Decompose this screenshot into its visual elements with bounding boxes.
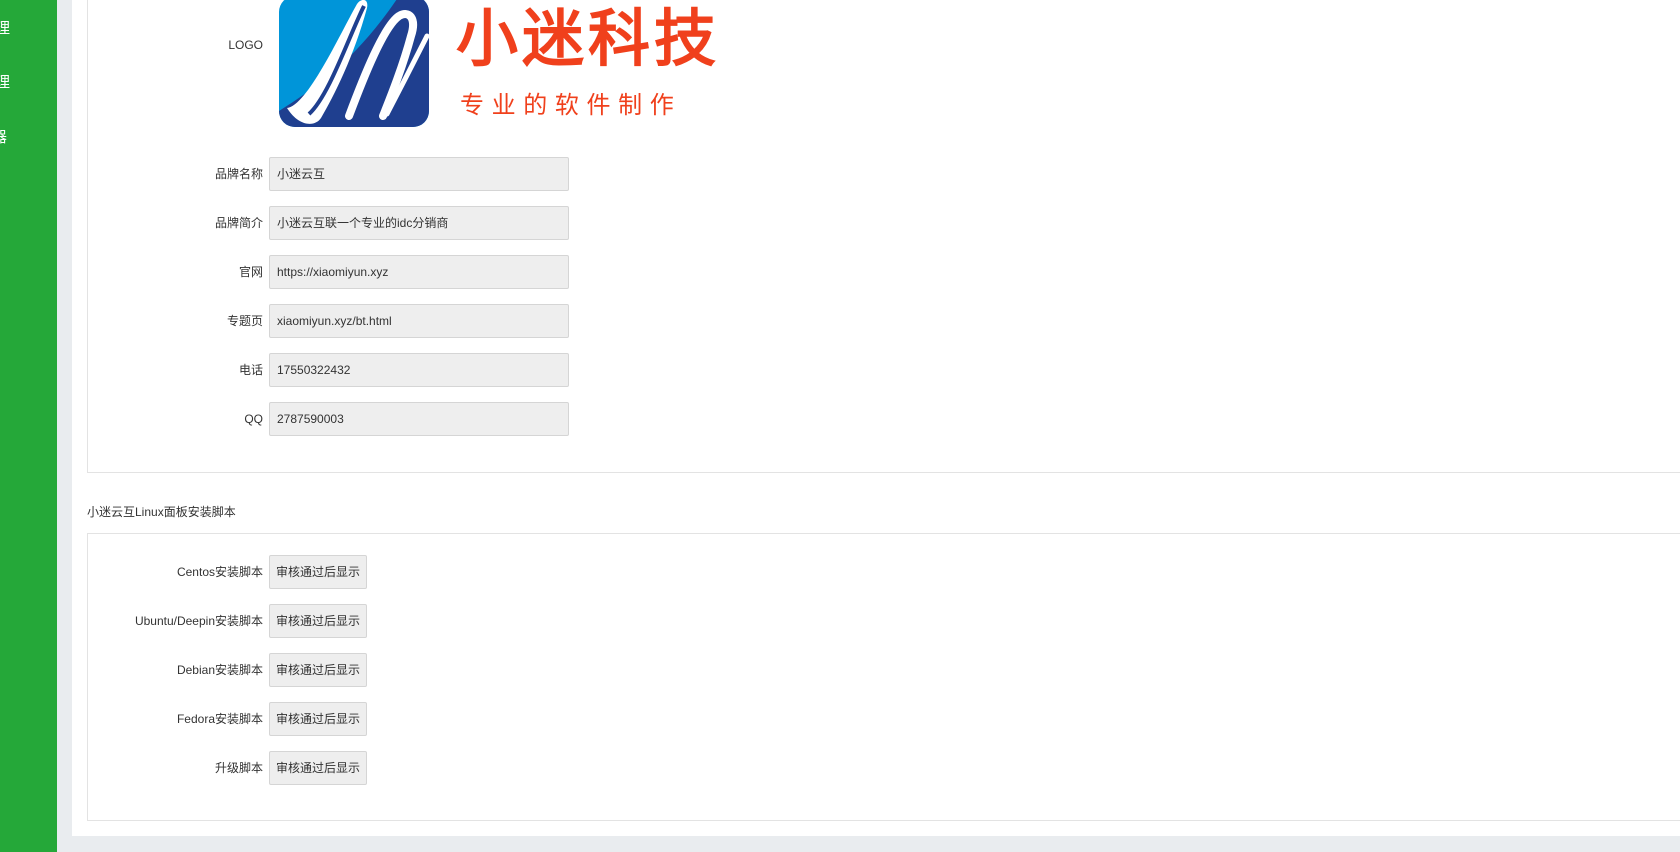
centos-script-button[interactable]: 审核通过后显示 <box>269 555 368 589</box>
logo-title: 小迷科技 <box>456 2 720 75</box>
fedora-script-button[interactable]: 审核通过后显示 <box>269 702 368 736</box>
qq-field[interactable]: 2787590003 <box>269 402 569 436</box>
logo-label: LOGO <box>228 38 263 52</box>
script-row-debian: Debian安装脚本 审核通过后显示 <box>88 653 788 687</box>
phone-label: 电话 <box>238 363 263 377</box>
logo-mark-image <box>279 0 429 127</box>
script-row-centos: Centos安装脚本 审核通过后显示 <box>88 555 788 589</box>
ubuntu-script-button[interactable]: 审核通过后显示 <box>269 604 368 638</box>
brand-panel: LOGO 小迷科技 专 业 的 软 件 制 作 品牌名称 小迷云互 品牌简介 小… <box>87 0 1680 473</box>
script-label-ubuntu: Ubuntu/Deepin安装脚本 <box>134 614 263 628</box>
phone-field[interactable]: 17550322432 <box>269 353 569 387</box>
website-row: 官网 https://xiaomiyun.xyz <box>88 255 788 289</box>
sidebar-item-3[interactable]: 器 <box>0 126 7 147</box>
script-row-upgrade: 升级脚本 审核通过后显示 <box>88 751 788 785</box>
brand-intro-row: 品牌简介 小迷云互联一个专业的idc分销商 <box>88 206 788 240</box>
sidebar-item-1[interactable]: 理 <box>0 17 10 38</box>
logo-wordmark: 小迷科技 专 业 的 软 件 制 作 <box>456 2 720 119</box>
sidebar-item-2[interactable]: 理 <box>0 71 10 92</box>
website-label: 官网 <box>238 265 263 279</box>
topic-page-label: 专题页 <box>226 314 263 328</box>
sidebar-item-label: 器 <box>0 129 7 146</box>
sidebar-item-label: 理 <box>0 74 11 91</box>
scripts-section-title: 小迷云互Linux面板安装脚本 <box>87 505 236 519</box>
brand-intro-label: 品牌简介 <box>214 216 263 230</box>
debian-script-button[interactable]: 审核通过后显示 <box>269 653 368 687</box>
brand-name-field[interactable]: 小迷云互 <box>269 157 569 191</box>
script-label-upgrade: 升级脚本 <box>214 761 263 775</box>
script-label-centos: Centos安装脚本 <box>176 565 263 579</box>
sidebar: 理 理 器 <box>0 0 57 852</box>
qq-row: QQ 2787590003 <box>88 402 788 436</box>
brand-intro-field[interactable]: 小迷云互联一个专业的idc分销商 <box>269 206 569 240</box>
main-content: LOGO 小迷科技 专 业 的 软 件 制 作 品牌名称 小迷云互 品牌简介 小… <box>72 0 1680 836</box>
script-label-debian: Debian安装脚本 <box>176 663 263 677</box>
script-row-fedora: Fedora安装脚本 审核通过后显示 <box>88 702 788 736</box>
scripts-panel: Centos安装脚本 审核通过后显示 Ubuntu/Deepin安装脚本 审核通… <box>87 533 1680 821</box>
website-field[interactable]: https://xiaomiyun.xyz <box>269 255 569 289</box>
brand-name-label: 品牌名称 <box>214 167 263 181</box>
upgrade-script-button[interactable]: 审核通过后显示 <box>269 751 368 785</box>
sidebar-item-label: 理 <box>0 20 11 37</box>
topic-page-field[interactable]: xiaomiyun.xyz/bt.html <box>269 304 569 338</box>
script-label-fedora: Fedora安装脚本 <box>176 712 263 726</box>
qq-label: QQ <box>244 412 263 426</box>
brand-name-row: 品牌名称 小迷云互 <box>88 157 788 191</box>
phone-row: 电话 17550322432 <box>88 353 788 387</box>
topic-page-row: 专题页 xiaomiyun.xyz/bt.html <box>88 304 788 338</box>
script-row-ubuntu: Ubuntu/Deepin安装脚本 审核通过后显示 <box>88 604 788 638</box>
logo-subtitle: 专 业 的 软 件 制 作 <box>460 91 674 119</box>
